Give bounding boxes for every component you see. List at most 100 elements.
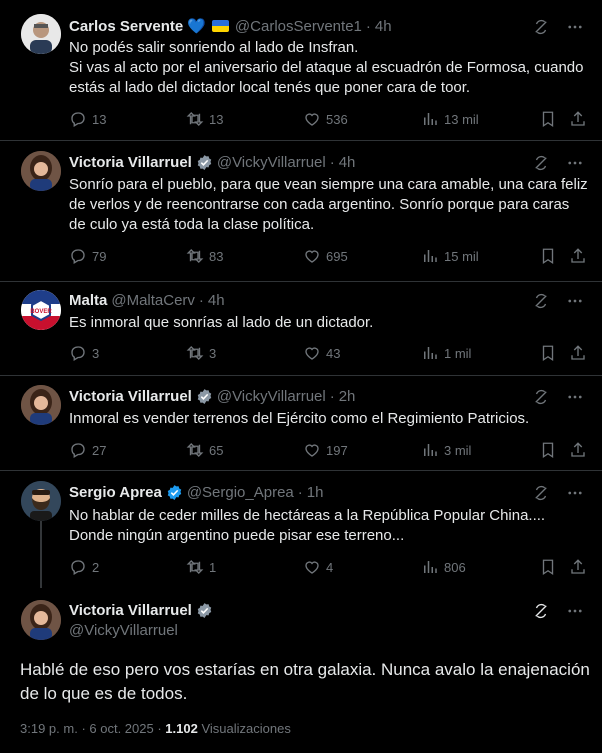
views-button[interactable]: 15 mil [421,247,479,265]
reply-icon [69,110,87,128]
author-name[interactable]: Malta [69,292,107,309]
reply-icon [69,247,87,265]
tweet-actions: 79 83 695 15 mil [69,247,587,267]
reply-button[interactable]: 79 [69,247,106,265]
tweet-time[interactable]: 4h [208,292,225,309]
tweet-victoria-villarruel-2[interactable]: Victoria Villarruel @VickyVillarruel · 2… [0,376,602,471]
retweet-button[interactable]: 3 [186,344,216,362]
share-button[interactable] [569,558,587,576]
share-button[interactable] [569,247,587,265]
views-button[interactable]: 806 [421,558,466,576]
bookmark-button[interactable] [539,344,557,362]
tweet-time[interactable]: 4h [339,154,356,171]
author-name[interactable]: Victoria Villarruel [69,388,192,405]
tweet-header: Malta @MaltaCerv · 4h [69,292,225,309]
views-icon [421,110,439,128]
avatar[interactable]: BOVER [21,290,61,330]
like-button[interactable]: 536 [303,110,348,128]
author-handle[interactable]: @Sergio_Aprea [187,484,294,501]
tweet-actions: 3 3 43 1 mil [69,344,587,364]
author-name[interactable]: Sergio Aprea [69,484,162,501]
tweet-meta: 3:19 p. m. · 6 oct. 2025 · 1.102 Visuali… [20,721,291,736]
author-handle[interactable]: @VickyVillarruel [217,154,326,171]
tweet-time[interactable]: 3:19 p. m. [20,721,78,736]
share-button[interactable] [569,441,587,459]
like-button[interactable]: 43 [303,344,340,362]
avatar[interactable] [21,151,61,191]
like-count: 197 [326,442,348,458]
tweet-time[interactable]: 2h [339,388,356,405]
grok-icon[interactable] [532,292,550,310]
retweet-icon [186,247,204,265]
grok-icon[interactable] [532,388,550,406]
tweet-sergio-aprea[interactable]: Sergio Aprea @Sergio_Aprea · 1h No habla… [0,471,602,588]
grok-icon[interactable] [532,602,550,620]
bookmark-button[interactable] [539,558,557,576]
views-button[interactable]: 3 mil [421,441,471,459]
author-handle[interactable]: @MaltaCerv [111,292,195,309]
views-icon [421,247,439,265]
more-options-icon[interactable] [566,154,584,172]
more-options-icon[interactable] [566,18,584,36]
like-button[interactable]: 4 [303,558,333,576]
grok-icon[interactable] [532,18,550,36]
more-options-icon[interactable] [566,388,584,406]
more-options-icon[interactable] [566,292,584,310]
separator-dot: · [365,17,371,35]
views-icon [421,441,439,459]
tweet-time[interactable]: 1h [307,484,324,501]
share-button[interactable] [569,344,587,362]
retweet-count: 13 [209,111,224,127]
tweet-time[interactable]: 4h [375,18,392,35]
like-icon [303,247,321,265]
tweet-date[interactable]: 6 oct. 2025 [89,721,153,736]
like-count: 43 [326,345,341,361]
bookmark-button[interactable] [539,247,557,265]
tweet-actions: 2 1 4 806 [69,558,587,578]
share-button[interactable] [569,110,587,128]
more-options-icon[interactable] [566,484,584,502]
avatar[interactable] [21,600,61,640]
like-button[interactable]: 695 [303,247,348,265]
retweet-button[interactable]: 83 [186,247,223,265]
author-handle[interactable]: @CarlosServente1 [235,18,362,35]
bookmark-icon [539,344,557,362]
author-handle[interactable]: @VickyVillarruel [69,622,178,639]
more-options-icon[interactable] [566,602,584,620]
author-name[interactable]: Carlos Servente [69,18,183,35]
bookmark-button[interactable] [539,110,557,128]
grok-icon[interactable] [532,484,550,502]
reply-icon [69,441,87,459]
bookmark-button[interactable] [539,441,557,459]
views-button[interactable]: 13 mil [421,110,479,128]
views-count: 806 [444,559,466,575]
like-icon [303,344,321,362]
views-label: Visualizaciones [201,721,291,736]
tweet-carlos-servente[interactable]: Carlos Servente 💙 @CarlosServente1 · 4h … [0,0,602,141]
grok-icon[interactable] [532,154,550,172]
share-icon [569,558,587,576]
views-count: 15 mil [444,248,479,264]
reply-count: 2 [92,559,100,575]
avatar[interactable] [21,14,61,54]
author-name[interactable]: Victoria Villarruel [69,154,192,171]
author-handle[interactable]: @VickyVillarruel [217,388,326,405]
retweet-button[interactable]: 13 [186,110,223,128]
retweet-button[interactable]: 1 [186,558,216,576]
author-name[interactable]: Victoria Villarruel [69,602,192,619]
like-count: 536 [326,111,348,127]
reply-button[interactable]: 2 [69,558,99,576]
like-button[interactable]: 197 [303,441,348,459]
tweet-victoria-villarruel-1[interactable]: Victoria Villarruel @VickyVillarruel · 4… [0,141,602,282]
reply-button[interactable]: 27 [69,441,106,459]
tweet-malta[interactable]: BOVER Malta @MaltaCerv · 4h Es inmoral q… [0,282,602,376]
reply-count: 27 [92,442,107,458]
like-count: 4 [326,559,334,575]
bookmark-icon [539,558,557,576]
reply-button[interactable]: 13 [69,110,106,128]
reply-button[interactable]: 3 [69,344,99,362]
views-button[interactable]: 1 mil [421,344,471,362]
retweet-button[interactable]: 65 [186,441,223,459]
avatar[interactable] [21,481,61,521]
avatar[interactable] [21,385,61,425]
